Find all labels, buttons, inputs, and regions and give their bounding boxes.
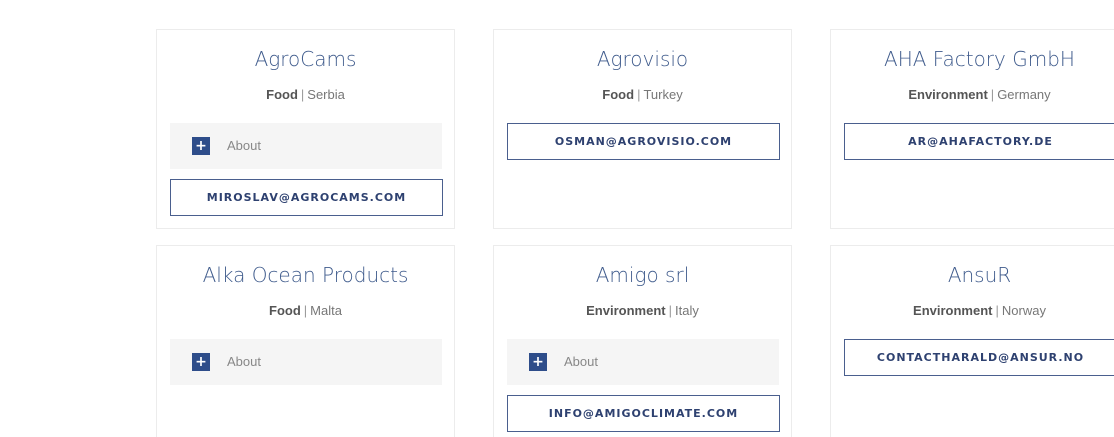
company-name: Amigo srl xyxy=(595,263,690,287)
meta-separator: | xyxy=(995,303,999,318)
company-card: AnsuR Environment | Norway CONTACTHARALD@A… xyxy=(830,245,1114,437)
company-country: Turkey xyxy=(643,87,683,102)
company-category: Environment xyxy=(913,303,993,318)
company-category: Food xyxy=(266,87,298,102)
company-meta: Environment | Germany xyxy=(831,87,1114,102)
company-country: Malta xyxy=(310,303,342,318)
about-label: About xyxy=(564,354,598,369)
company-category: Environment xyxy=(908,87,988,102)
company-name: AnsuR xyxy=(947,263,1012,287)
company-meta: Environment | Italy xyxy=(494,303,791,318)
about-toggle[interactable]: + About xyxy=(507,339,779,385)
company-grid: AgroCams Food | Serbia + About MIROSLAV@AG… xyxy=(0,0,1114,437)
company-meta: Environment | Norway xyxy=(831,303,1114,318)
company-country: Serbia xyxy=(307,87,345,102)
company-meta: Food | Malta xyxy=(157,303,454,318)
about-label: About xyxy=(227,138,261,153)
company-country: Germany xyxy=(997,87,1051,102)
email-button[interactable]: OSMAN@AGROVISIO.COM xyxy=(507,123,780,160)
company-card: Amigo srl Environment | Italy + About INFO… xyxy=(493,245,792,437)
company-card: AgroCams Food | Serbia + About MIROSLAV@AG… xyxy=(156,29,455,229)
company-name: AgroCams xyxy=(254,47,357,71)
email-button[interactable]: MIROSLAV@AGROCAMS.COM xyxy=(170,179,443,216)
company-name: AHA Factory GmbH xyxy=(884,47,1075,71)
meta-separator: | xyxy=(303,303,308,318)
plus-icon: + xyxy=(192,137,210,155)
meta-separator: | xyxy=(637,87,641,102)
meta-separator: | xyxy=(990,87,995,102)
company-name: Agrovisio xyxy=(596,47,689,71)
email-button[interactable]: CONTACTHARALD@ANSUR.NO xyxy=(844,339,1114,376)
about-label: About xyxy=(227,354,261,369)
company-meta: Food | Serbia xyxy=(157,87,454,102)
meta-separator: | xyxy=(300,87,305,102)
company-card: Alka Ocean Products Food | Malta + About xyxy=(156,245,455,437)
plus-icon: + xyxy=(192,353,210,371)
company-card: Agrovisio Food | Turkey OSMAN@AGROVISIO.CO… xyxy=(493,29,792,229)
company-category: Food xyxy=(602,87,635,102)
email-button[interactable]: AR@AHAFACTORY.DE xyxy=(844,123,1114,160)
company-country: Italy xyxy=(675,303,699,318)
meta-separator: | xyxy=(668,303,672,318)
company-name: Alka Ocean Products xyxy=(202,263,409,287)
company-meta: Food | Turkey xyxy=(494,87,791,102)
company-category: Food xyxy=(269,303,301,318)
company-card: AHA Factory GmbH Environment | Germany AR@… xyxy=(830,29,1114,229)
company-category: Environment xyxy=(586,303,666,318)
plus-icon: + xyxy=(529,353,547,371)
company-country: Norway xyxy=(1001,303,1046,318)
about-toggle[interactable]: + About xyxy=(170,123,442,169)
about-toggle[interactable]: + About xyxy=(170,339,442,385)
email-button[interactable]: INFO@AMIGOCLIMATE.COM xyxy=(507,395,780,432)
